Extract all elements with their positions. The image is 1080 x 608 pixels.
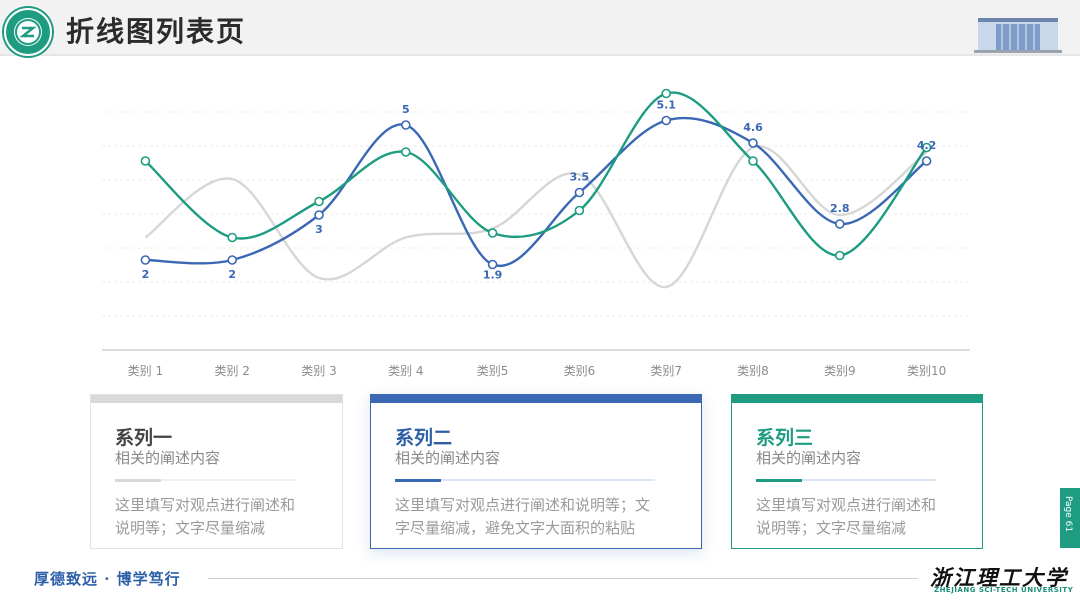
- data-label: 1.9: [483, 269, 503, 282]
- card-divider-accent: [395, 479, 441, 482]
- card-description: 这里填写对观点进行阐述和说明等；文 字尽量缩减，避免文字大面积的粘贴: [395, 494, 650, 540]
- card-accent-bar: [371, 395, 701, 403]
- data-point: [574, 205, 585, 216]
- data-point: [661, 88, 672, 99]
- data-label: 5: [402, 103, 410, 116]
- card-desc-line: 说明等；文字尽量缩减: [115, 519, 266, 537]
- data-label: 5.1: [656, 99, 676, 112]
- data-point: [748, 156, 758, 166]
- card-divider-accent: [115, 479, 161, 482]
- card-divider-accent: [756, 479, 802, 482]
- data-point: [574, 187, 585, 198]
- data-point: [748, 138, 758, 148]
- data-label: 2.8: [830, 202, 850, 215]
- data-point: [227, 255, 237, 265]
- card-accent-bar: [91, 395, 342, 403]
- x-tick-label: 类别 1: [128, 364, 163, 378]
- data-label: 3: [315, 223, 323, 236]
- data-point: [487, 228, 498, 238]
- card-description: 这里填写对观点进行阐述和 说明等；文字尽量缩减: [115, 494, 295, 540]
- card-title: 系列二: [395, 427, 453, 449]
- line-chart: 类别 1 类别 2 类别 3 类别 4 类别5 类别6 类别7 类别8 类别9 类别10 2 2 3 5…: [102, 88, 970, 378]
- card-divider: [756, 479, 936, 482]
- data-label: 2: [142, 268, 150, 281]
- data-label: 4.6: [743, 121, 763, 134]
- card-divider: [395, 479, 655, 482]
- card-desc-line: 这里填写对观点进行阐述和: [115, 496, 296, 514]
- x-tick-label: 类别5: [477, 364, 509, 378]
- card-title: 系列一: [115, 427, 173, 449]
- card-description: 这里填写对观点进行阐述和 说明等；文字尽量缩减: [756, 494, 936, 540]
- card-desc-line: 这里填写对观点进行阐述和: [756, 496, 937, 514]
- data-point: [314, 196, 324, 207]
- series-card: 系列二 相关的阐述内容 这里填写对观点进行阐述和说明等；文 字尽量缩减，避免文字…: [370, 394, 702, 549]
- card-divider: [115, 479, 296, 482]
- x-tick-label: 类别 4: [388, 364, 423, 378]
- card-desc-line: 这里填写对观点进行阐述和说明等；文: [395, 496, 651, 514]
- series-card: 系列一 相关的阐述内容 这里填写对观点进行阐述和 说明等；文字尽量缩减: [90, 394, 343, 549]
- data-point: [400, 120, 411, 130]
- data-point: [400, 147, 411, 157]
- card-subtitle: 相关的阐述内容: [115, 449, 221, 467]
- series-card: 系列三 相关的阐述内容 这里填写对观点进行阐述和 说明等；文字尽量缩减: [731, 394, 983, 549]
- page-number: Page 61: [1063, 496, 1073, 533]
- card-desc-line: 说明等；文字尽量缩减: [756, 519, 907, 537]
- data-point: [227, 232, 237, 243]
- data-point: [487, 259, 498, 270]
- series-line: [144, 91, 928, 257]
- x-axis-labels: 类别 1 类别 2 类别 3 类别 4 类别5 类别6 类别7 类别8 类别9 类别10: [128, 364, 947, 378]
- data-point: [314, 210, 324, 220]
- chart-series: [140, 88, 932, 289]
- card-title: 系列三: [756, 427, 814, 449]
- data-label: 2: [228, 268, 236, 281]
- x-tick-label: 类别7: [650, 364, 682, 378]
- data-point: [140, 255, 151, 265]
- x-tick-label: 类别 3: [301, 364, 336, 378]
- card-subtitle: 相关的阐述内容: [395, 449, 501, 467]
- x-tick-label: 类别 2: [214, 364, 249, 378]
- card-accent-bar: [732, 395, 982, 403]
- university-name-en: ZHEJIANG SCI-TECH UNIVERSITY: [934, 586, 1074, 594]
- school-motto: 厚德致远 · 博学笃行: [34, 570, 181, 588]
- data-point: [921, 156, 932, 166]
- x-tick-label: 类别10: [907, 364, 946, 378]
- data-point: [661, 115, 672, 126]
- x-tick-label: 类别9: [824, 364, 856, 378]
- page-number-tab: Page 61: [1060, 488, 1080, 548]
- data-label: 3.5: [570, 171, 590, 184]
- data-label: 4.2: [917, 139, 937, 152]
- data-point: [140, 156, 151, 166]
- x-tick-label: 类别8: [737, 364, 769, 378]
- series-line: [144, 145, 928, 289]
- card-subtitle: 相关的阐述内容: [756, 449, 862, 467]
- card-desc-line: 字尽量缩减，避免文字大面积的粘贴: [395, 519, 636, 537]
- data-point: [834, 219, 845, 229]
- x-tick-label: 类别6: [564, 364, 596, 378]
- chart-grid: [102, 111, 970, 351]
- data-point: [834, 250, 845, 261]
- footer-divider: [208, 578, 918, 579]
